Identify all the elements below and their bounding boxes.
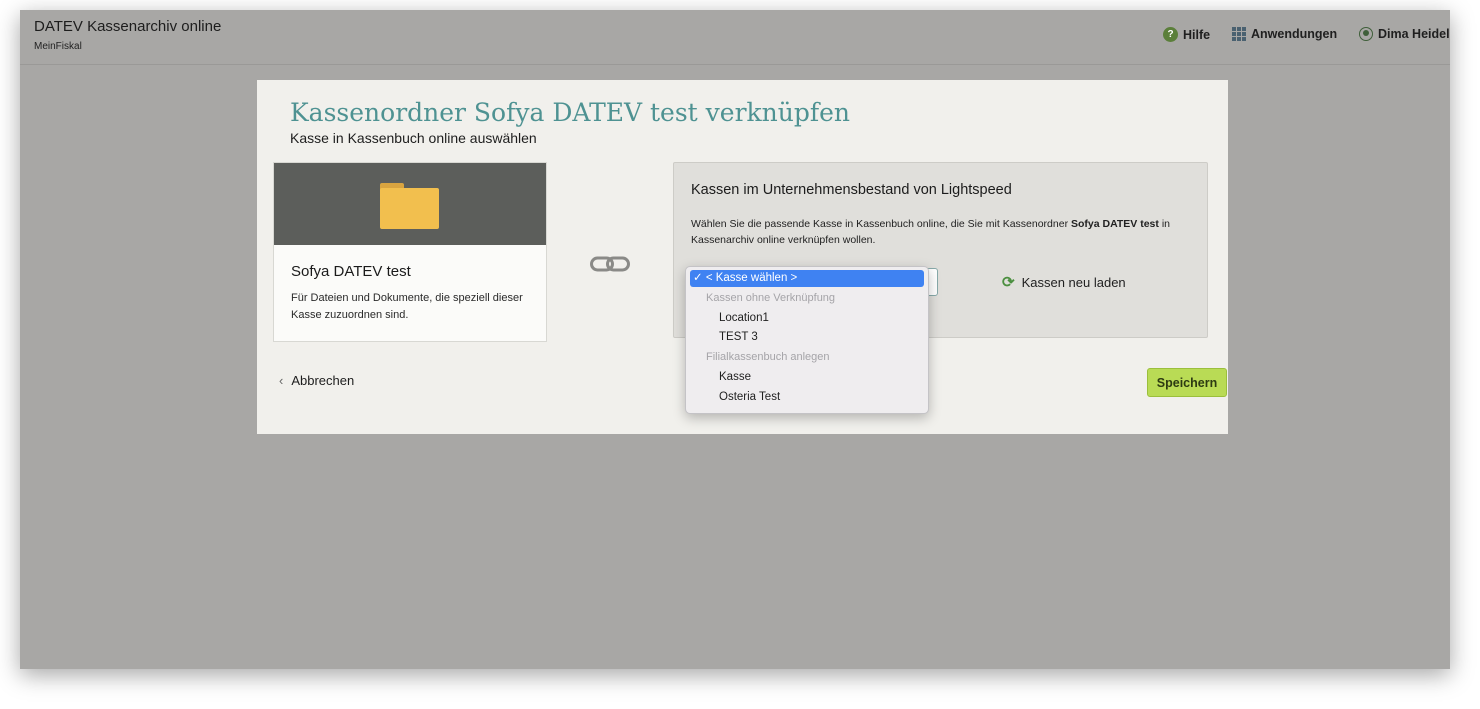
dropdown-option-selected[interactable]: ✓ < Kasse wählen >	[690, 270, 924, 287]
dropdown-group-label: Kassen ohne Verknüpfung	[706, 292, 836, 304]
reload-registers-button[interactable]: ⟳ Kassen neu laden	[1002, 273, 1126, 291]
register-card-title: Kassen im Unternehmensbestand von Lights…	[691, 182, 1012, 198]
cancel-button[interactable]: ‹ Abbrechen	[279, 373, 354, 388]
folder-card-header	[274, 163, 546, 245]
page-subtitle: Kasse in Kassenbuch online auswählen	[290, 130, 537, 146]
chain-link-icon	[590, 256, 630, 272]
dropdown-option[interactable]: Location1	[719, 312, 769, 324]
folder-icon	[380, 183, 439, 229]
help-link[interactable]: ? Hilfe	[1163, 27, 1210, 42]
dropdown-option[interactable]: Osteria Test	[719, 391, 780, 403]
refresh-icon: ⟳	[1002, 274, 1015, 291]
dropdown-group-label: Filialkassenbuch anlegen	[706, 351, 830, 363]
page-title: Kassenordner Sofya DATEV test verknüpfen	[290, 98, 851, 127]
help-label: Hilfe	[1183, 27, 1211, 42]
app-title: DATEV Kassenarchiv online	[34, 18, 222, 35]
reload-label: Kassen neu laden	[1021, 274, 1126, 290]
register-card-description: Wählen Sie die passende Kasse in Kassenb…	[691, 218, 1170, 246]
app-window: DATEV Kassenarchiv online MeinFiskal ? H…	[20, 10, 1450, 669]
folder-description: Für Dateien und Dokumente, die speziell …	[291, 292, 523, 321]
dropdown-option[interactable]: TEST 3	[719, 331, 758, 343]
save-button[interactable]: Speichern	[1147, 368, 1227, 397]
folder-name: Sofya DATEV test	[291, 263, 411, 280]
top-bar: DATEV Kassenarchiv online MeinFiskal ? H…	[20, 10, 1450, 65]
user-menu[interactable]: Dima Heidel	[1359, 27, 1450, 41]
grid-icon	[1232, 27, 1246, 41]
apps-label: Anwendungen	[1251, 27, 1338, 41]
user-icon	[1359, 27, 1373, 41]
user-label: Dima Heidel	[1378, 27, 1450, 41]
help-icon: ?	[1163, 27, 1178, 42]
folder-card: Sofya DATEV test Für Dateien und Dokumen…	[273, 162, 547, 342]
app-subtitle: MeinFiskal	[34, 41, 82, 52]
chevron-left-icon: ‹	[279, 373, 284, 388]
dropdown-option[interactable]: Kasse	[719, 371, 751, 383]
register-dropdown-menu: ✓ < Kasse wählen > Kassen ohne Verknüpfu…	[685, 266, 929, 414]
apps-menu[interactable]: Anwendungen	[1232, 27, 1337, 41]
cancel-label: Abbrechen	[291, 373, 355, 388]
